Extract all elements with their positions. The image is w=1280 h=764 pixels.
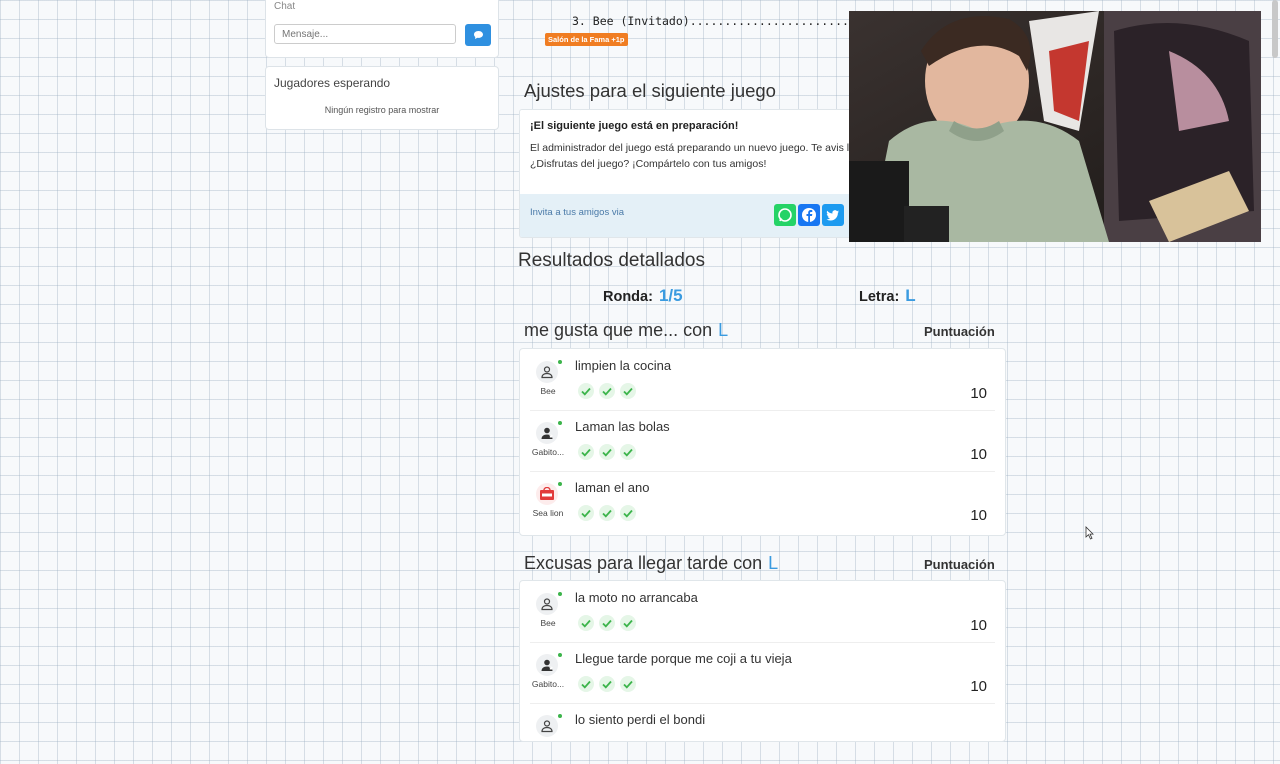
check-icon[interactable] — [578, 676, 594, 692]
player-name: Gabito... — [531, 679, 565, 689]
answer-row: Gabito... Laman las bolas 10 — [520, 410, 1005, 471]
webcam-overlay — [849, 11, 1261, 242]
letter-value: L — [905, 286, 916, 305]
check-icon[interactable] — [578, 383, 594, 399]
chat-title: Chat — [274, 1, 296, 12]
person-icon — [536, 593, 558, 615]
webcam-image — [849, 11, 1261, 242]
chat-bubble-icon — [473, 31, 483, 39]
check-icon[interactable] — [620, 383, 636, 399]
settings-box: ¡El siguiente juego está en preparación!… — [519, 109, 861, 238]
answer-row: Bee limpien la cocina 10 — [520, 349, 1005, 410]
round-indicator: Ronda: 1/5 — [603, 286, 683, 306]
answer-points: 10 — [970, 446, 987, 463]
person-star-icon — [536, 654, 558, 676]
hall-of-fame-badge: Salón de la Fama +1p — [545, 33, 628, 46]
online-dot — [558, 360, 562, 364]
settings-status: ¡El siguiente juego está en preparación! — [530, 120, 739, 132]
person-icon — [536, 715, 558, 737]
letter-label: Letra: — [859, 289, 900, 305]
check-icon[interactable] — [620, 676, 636, 692]
facebook-icon[interactable] — [798, 204, 820, 226]
results-heading: Resultados detallados — [518, 250, 705, 271]
check-icon[interactable] — [620, 505, 636, 521]
waiting-players-empty: Ningún registro para mostrar — [324, 105, 440, 115]
vote-checks — [578, 505, 636, 521]
category-letter: L — [768, 553, 779, 573]
mouse-cursor-icon — [1085, 526, 1094, 540]
chat-message-input[interactable] — [274, 24, 456, 44]
invite-label: Invita a tus amigos via — [530, 207, 624, 218]
letter-indicator: Letra: L — [859, 286, 916, 306]
answer-points: 10 — [970, 678, 987, 695]
answer-text: la moto no arrancaba — [575, 590, 698, 605]
check-icon[interactable] — [620, 444, 636, 460]
category-title-text: Excusas para llegar tarde con — [524, 553, 763, 573]
answers-list: Bee limpien la cocina 10 Gabito... Laman… — [519, 348, 1006, 536]
online-dot — [558, 482, 562, 486]
check-icon[interactable] — [599, 505, 615, 521]
online-dot — [558, 421, 562, 425]
category-title: me gusta que me... con L — [524, 320, 728, 341]
player-name: Bee — [540, 386, 556, 396]
round-value: 1/5 — [658, 286, 683, 305]
player-name: Bee — [540, 618, 556, 628]
chat-panel: Chat — [265, 0, 499, 58]
waiting-players-panel: Jugadores esperando Ningún registro para… — [265, 66, 499, 130]
check-icon[interactable] — [620, 615, 636, 631]
answer-text: Laman las bolas — [575, 419, 670, 434]
score-header: Puntuación — [924, 324, 995, 339]
twitter-icon[interactable] — [822, 204, 844, 226]
vote-checks — [578, 383, 636, 399]
answer-text: laman el ano — [575, 480, 650, 495]
vote-checks — [578, 444, 636, 460]
settings-heading: Ajustes para el siguiente juego — [524, 80, 776, 101]
answer-text: limpien la cocina — [575, 358, 672, 373]
answer-row: Bee la moto no arrancaba 10 — [520, 581, 1005, 642]
answer-points: 10 — [970, 507, 987, 524]
whatsapp-icon[interactable] — [774, 204, 796, 226]
vote-checks — [578, 615, 636, 631]
answer-row: Sea lion laman el ano 10 — [520, 471, 1005, 532]
check-icon[interactable] — [578, 505, 594, 521]
waiting-players-title: Jugadores esperando — [274, 76, 391, 90]
online-dot — [558, 714, 562, 718]
answer-points: 10 — [970, 385, 987, 402]
person-star-icon — [536, 422, 558, 444]
online-dot — [558, 592, 562, 596]
shop-icon — [536, 483, 558, 505]
check-icon[interactable] — [578, 444, 594, 460]
category-title-text: me gusta que me... con — [524, 320, 713, 340]
player-name: Gabito... — [531, 447, 565, 457]
settings-description: El administrador del juego está preparan… — [530, 142, 861, 170]
score-header: Puntuación — [924, 557, 995, 572]
answer-points: 10 — [970, 617, 987, 634]
check-icon[interactable] — [599, 676, 615, 692]
answer-row: Gabito... Llegue tarde porque me coji a … — [520, 642, 1005, 703]
category-letter: L — [718, 320, 729, 340]
player-name: Sea lion — [532, 508, 564, 518]
vote-checks — [578, 676, 636, 692]
check-icon[interactable] — [599, 444, 615, 460]
answers-list: Bee la moto no arrancaba 10 Gabito... Ll… — [519, 580, 1006, 742]
person-icon — [536, 361, 558, 383]
round-label: Ronda: — [603, 289, 653, 305]
check-icon[interactable] — [578, 615, 594, 631]
answer-row: lo siento perdi el bondi — [520, 703, 1005, 764]
online-dot — [558, 653, 562, 657]
category-title: Excusas para llegar tarde con L — [524, 553, 778, 574]
page-scrollbar[interactable] — [1272, 0, 1278, 58]
answer-text: Llegue tarde porque me coji a tu vieja — [575, 651, 792, 666]
invite-bar: Invita a tus amigos via — [520, 194, 860, 237]
check-icon[interactable] — [599, 615, 615, 631]
check-icon[interactable] — [599, 383, 615, 399]
send-message-button[interactable] — [465, 24, 491, 46]
